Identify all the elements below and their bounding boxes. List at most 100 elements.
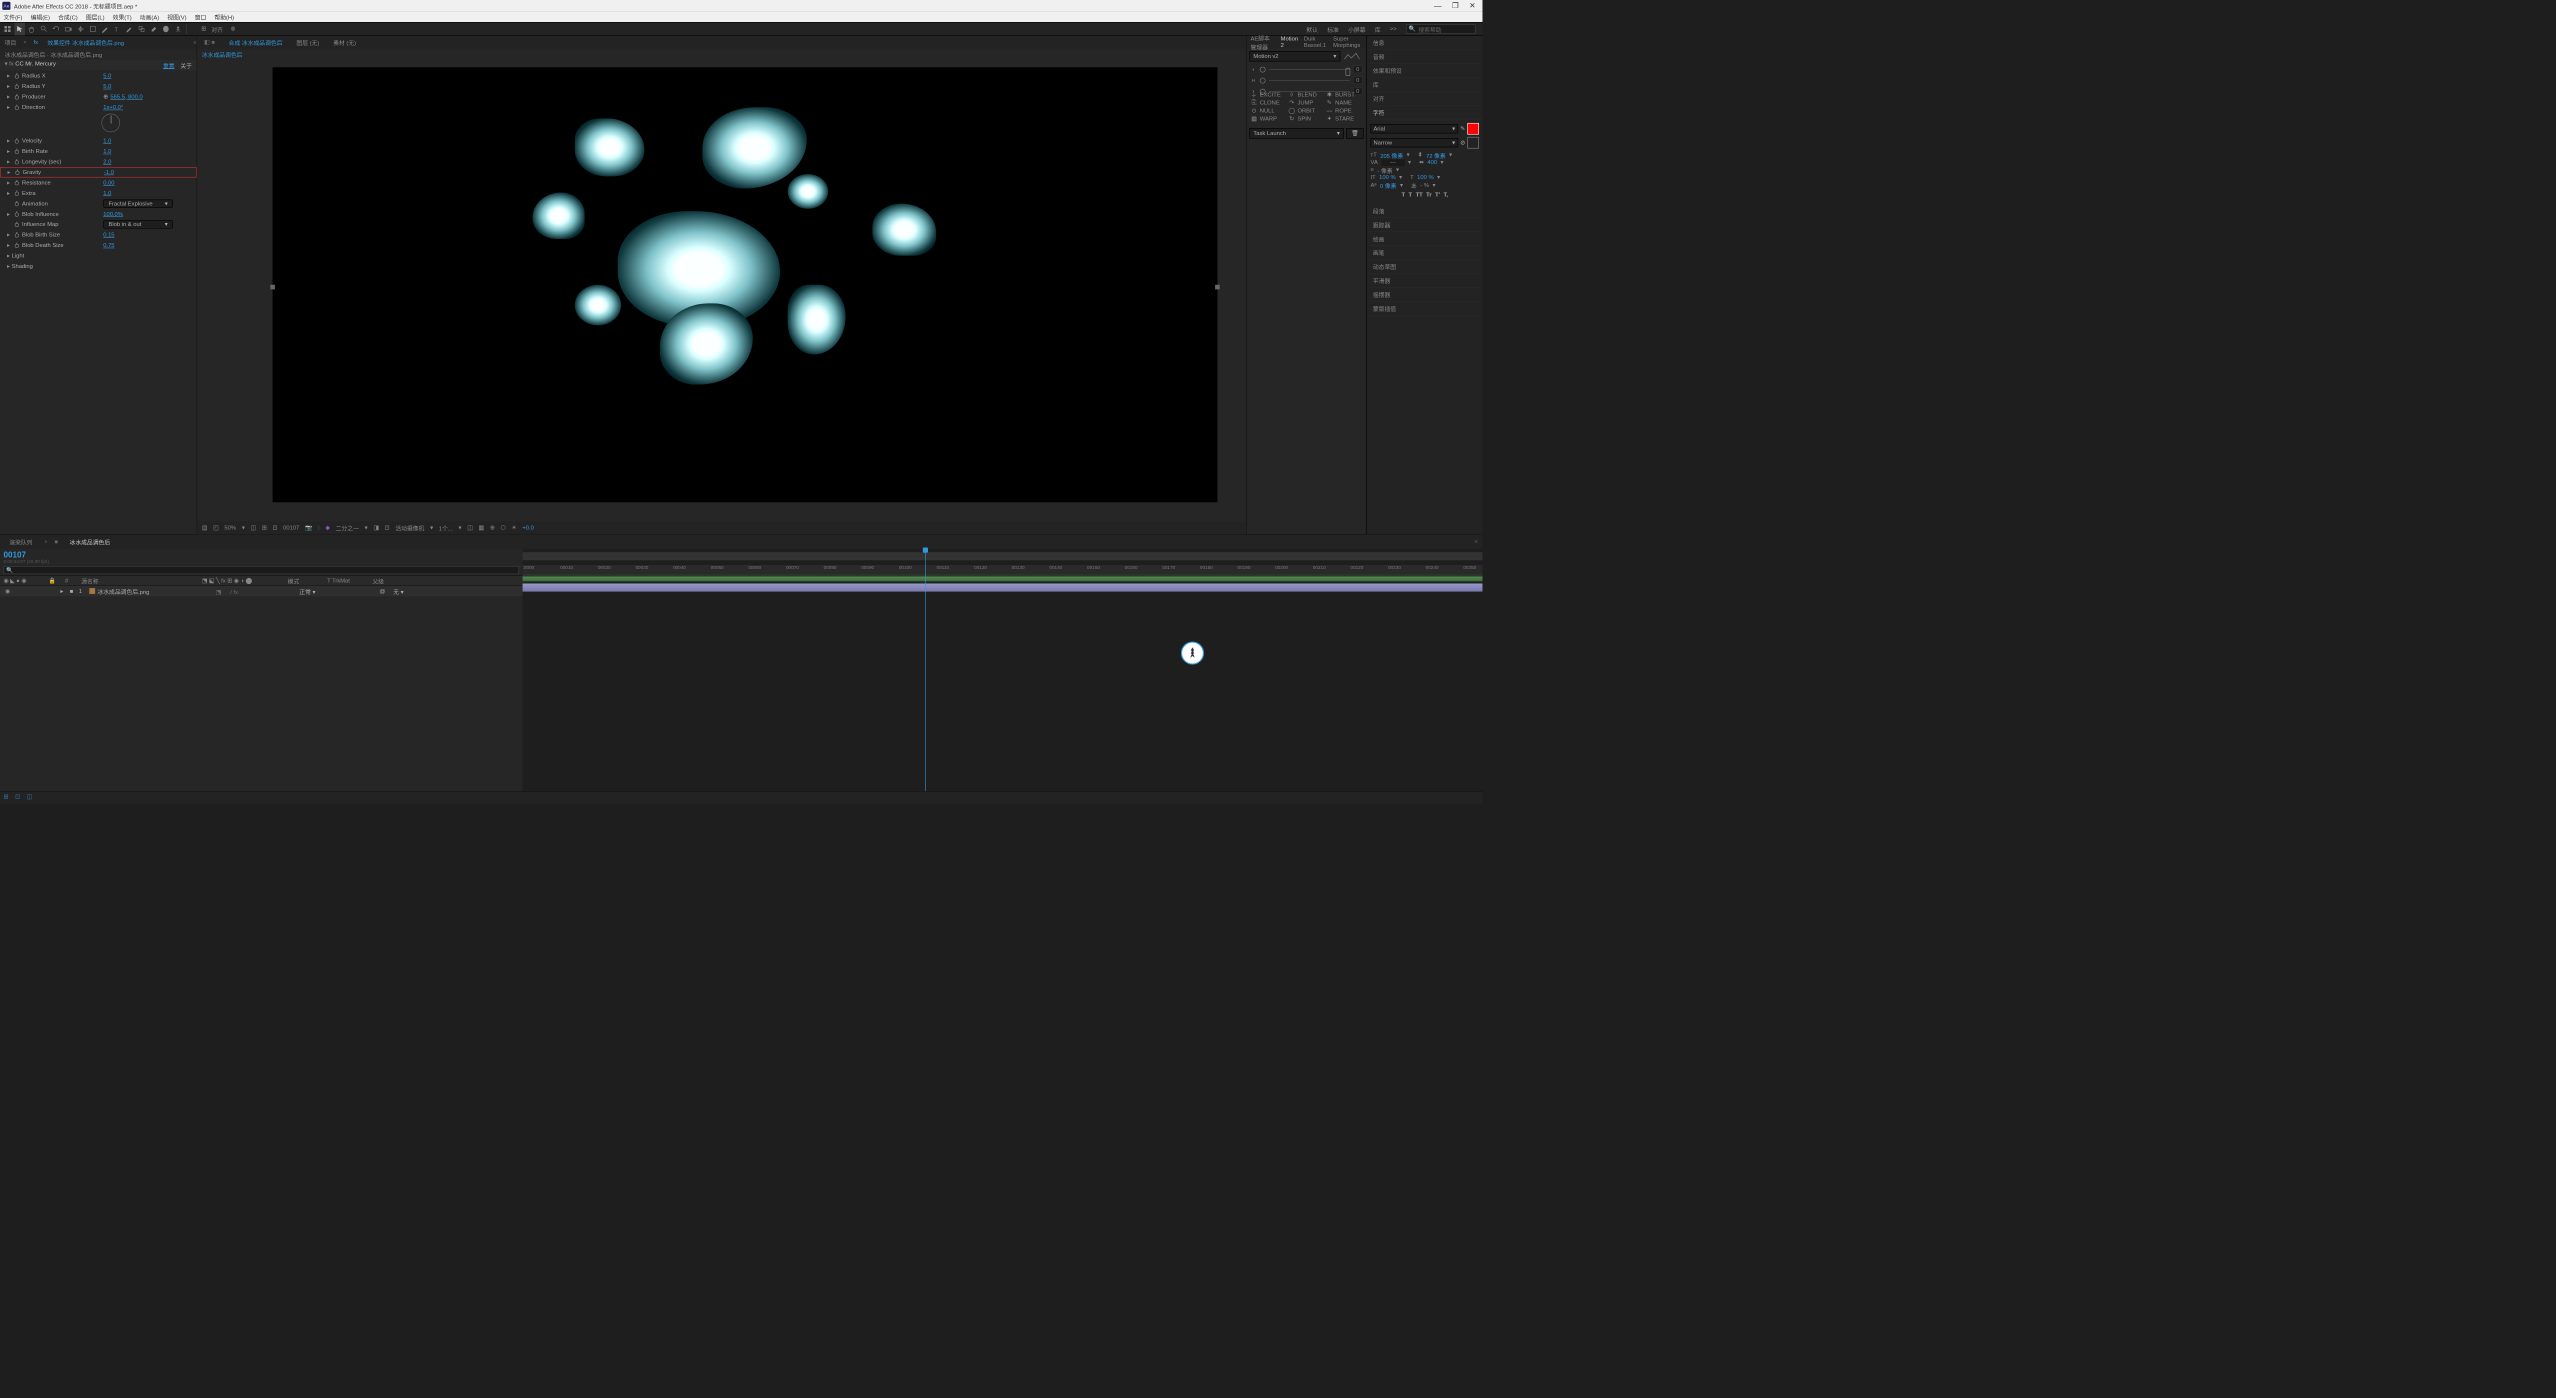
menu-item[interactable]: 编辑(E) xyxy=(31,12,50,21)
pan-behind-tool[interactable] xyxy=(75,23,85,36)
param-value[interactable]: 0.15 xyxy=(103,232,114,238)
sidebar-panel-item[interactable]: 字符 xyxy=(1367,106,1482,120)
layer-tab[interactable]: 图层 (无) xyxy=(293,38,323,47)
pen-tool[interactable] xyxy=(100,23,110,36)
param-dropdown[interactable]: Fractal Explosive▾ xyxy=(103,200,173,208)
motion-tool-burst[interactable]: ✱BURST xyxy=(1326,91,1363,98)
sidebar-panel-item[interactable]: 效果和预设 xyxy=(1367,64,1482,78)
motion-tool-clone[interactable]: ⎘CLONE xyxy=(1250,99,1287,106)
layer-color-swatch[interactable] xyxy=(89,588,95,594)
sidebar-panel-item[interactable]: 画笔 xyxy=(1367,246,1482,260)
param-value[interactable]: 0.75 xyxy=(103,242,114,248)
parent-header[interactable]: 父级 xyxy=(372,576,407,585)
camera-dropdown[interactable]: 活动摄像机 xyxy=(395,523,424,532)
param-value[interactable]: 1.0 xyxy=(103,138,111,144)
sidebar-panel-item[interactable]: 对齐 xyxy=(1367,92,1482,106)
current-timecode[interactable]: 00107 xyxy=(3,550,48,559)
effect-controls-tab[interactable]: 效果控件 冰水成品调色后.png xyxy=(45,38,126,47)
motion-tool-stare[interactable]: ✦STARE xyxy=(1326,115,1363,122)
param-value[interactable]: 0.00 xyxy=(103,180,114,186)
viewer-icon-10[interactable]: ⊕ xyxy=(490,525,495,531)
timeline-comp-tab[interactable]: 冰水成品调色后 xyxy=(65,537,115,546)
font-family-dropdown[interactable]: Arial▾ xyxy=(1371,124,1458,133)
time-ruler[interactable]: :000000010000200003000040000500006000070… xyxy=(523,565,1483,575)
slider-track[interactable] xyxy=(1269,80,1350,81)
text-style-button[interactable]: T xyxy=(1402,192,1406,198)
no-fill-icon[interactable]: ⊘ xyxy=(1460,139,1465,145)
viewer-icon-3[interactable]: ◫ xyxy=(251,525,256,531)
stopwatch-icon[interactable] xyxy=(13,242,20,249)
menu-item[interactable]: 图层(L) xyxy=(86,12,105,21)
menu-item[interactable]: 视图(V) xyxy=(167,12,186,21)
reset-link[interactable]: 重置 xyxy=(163,63,175,69)
menu-item[interactable]: 窗口 xyxy=(195,12,207,21)
playhead[interactable] xyxy=(925,549,926,791)
visibility-toggle[interactable]: ◉ xyxy=(3,587,11,595)
sidebar-panel-item[interactable]: 摇摆器 xyxy=(1367,288,1482,302)
snapshot-icon[interactable]: 📷 xyxy=(305,525,312,531)
fill-color-swatch[interactable] xyxy=(1467,123,1479,135)
hand-tool[interactable] xyxy=(27,23,37,36)
stroke-color-swatch[interactable] xyxy=(1467,137,1479,149)
current-frame[interactable]: 00107 xyxy=(283,525,299,531)
rect-tool[interactable] xyxy=(88,23,98,36)
viewer-icon-6[interactable]: ◨ xyxy=(373,525,378,531)
stopwatch-icon[interactable] xyxy=(13,148,20,155)
slider-track[interactable] xyxy=(1269,69,1350,70)
slider-radio[interactable] xyxy=(1260,66,1266,72)
param-value[interactable]: 5.0 xyxy=(103,73,111,79)
resolution-dropdown[interactable]: 二分之一 xyxy=(336,523,359,532)
leading-input[interactable]: 72 像素 xyxy=(1426,151,1446,160)
text-style-button[interactable]: T xyxy=(1409,192,1413,198)
clone-tool[interactable] xyxy=(136,23,146,36)
tracking-input[interactable]: 400 xyxy=(1427,160,1437,166)
slider-radio[interactable] xyxy=(1260,77,1266,83)
text-style-button[interactable]: T' xyxy=(1435,192,1440,198)
menu-item[interactable]: 动画(A) xyxy=(140,12,159,21)
motion-tool-blend[interactable]: ◊BLEND xyxy=(1288,91,1325,98)
eraser-tool[interactable] xyxy=(148,23,158,36)
param-value[interactable]: 1.0 xyxy=(103,148,111,154)
menu-item[interactable]: 合成(C) xyxy=(58,12,78,21)
param-value[interactable]: 5.0 xyxy=(103,83,111,89)
text-tool[interactable]: T xyxy=(112,23,122,36)
views-dropdown[interactable]: 1个... xyxy=(439,523,453,532)
puppet-tool[interactable] xyxy=(173,23,183,36)
stopwatch-icon[interactable] xyxy=(13,221,20,228)
workspace-item[interactable]: 标准 xyxy=(1327,25,1339,34)
text-style-button[interactable]: Tr xyxy=(1426,192,1431,198)
workspace-item[interactable]: >> xyxy=(1390,26,1397,32)
time-navigator[interactable] xyxy=(523,552,1483,560)
sidebar-panel-item[interactable]: 音频 xyxy=(1367,50,1482,64)
workspace-item[interactable]: 库 xyxy=(1375,25,1381,34)
exposure-icon[interactable]: ☀ xyxy=(511,525,516,531)
timeline-search-input[interactable] xyxy=(3,566,519,574)
font-weight-dropdown[interactable]: Narrow▾ xyxy=(1371,138,1458,147)
about-link[interactable]: 关于 xyxy=(180,63,192,69)
task-launch-dropdown[interactable]: Task Launch▾ xyxy=(1249,128,1344,138)
sidebar-panel-item[interactable]: 段落 xyxy=(1367,204,1482,218)
font-size-input[interactable]: 205 像素 xyxy=(1380,151,1403,160)
param-value[interactable]: 100.0% xyxy=(103,211,123,217)
layer-name[interactable]: 冰水成品调色后.png xyxy=(97,587,213,596)
parent-dropdown[interactable]: 无 xyxy=(393,589,399,595)
project-tab[interactable]: 项目 xyxy=(2,38,18,47)
rotate-tool[interactable] xyxy=(51,23,61,36)
maximize-button[interactable]: ❐ xyxy=(1452,1,1459,10)
motion-tool-orbit[interactable]: ◯ORBIT xyxy=(1288,107,1325,114)
param-value[interactable]: 2.0 xyxy=(103,159,111,165)
sidebar-panel-item[interactable]: 蒙版插值 xyxy=(1367,302,1482,316)
param-value[interactable]: -1.0 xyxy=(104,169,114,175)
viewer-icon-8[interactable]: ◫ xyxy=(467,525,472,531)
effect-title[interactable]: CC Mr. Mercury xyxy=(15,61,56,67)
home-tool[interactable] xyxy=(2,23,12,36)
stopwatch-icon[interactable] xyxy=(13,73,20,80)
status-icon-2[interactable]: ⊡ xyxy=(15,794,23,802)
text-style-button[interactable]: TT xyxy=(1416,192,1423,198)
tsume-input[interactable]: - % xyxy=(1420,182,1429,188)
param-value[interactable]: 565.5, 800.0 xyxy=(110,94,142,100)
anchor-icon[interactable] xyxy=(1346,68,1351,76)
param-value[interactable]: 1x+0.0° xyxy=(103,104,123,110)
stopwatch-icon[interactable] xyxy=(13,93,20,100)
sidebar-panel-item[interactable]: 动态草图 xyxy=(1367,260,1482,274)
